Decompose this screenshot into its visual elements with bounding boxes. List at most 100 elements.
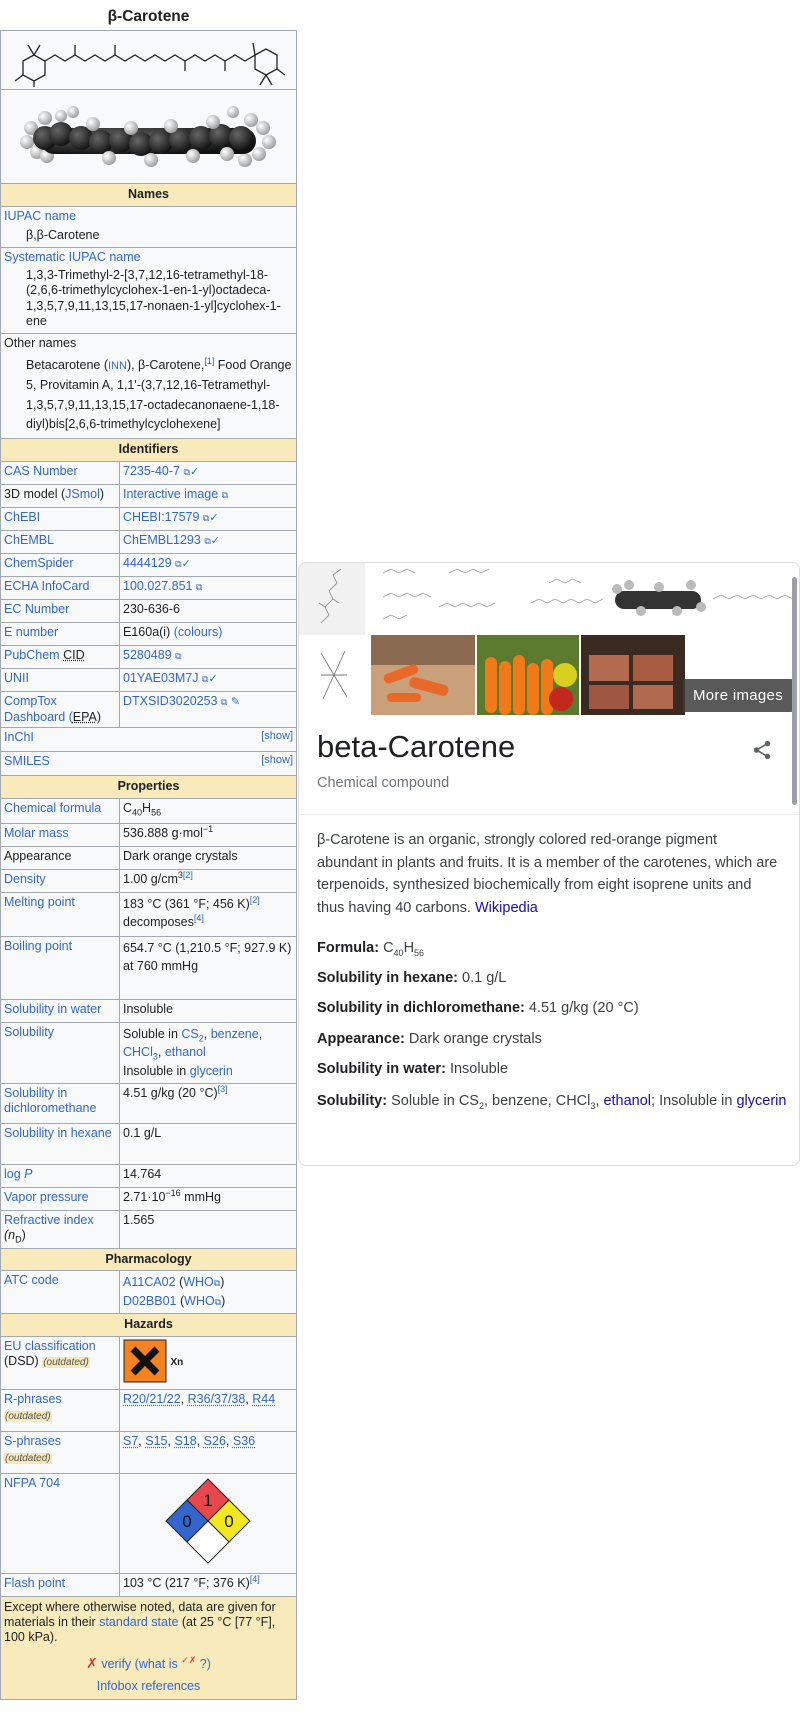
image-strip-top[interactable] xyxy=(299,563,799,635)
chembl-link[interactable]: ChEMBL xyxy=(4,533,54,547)
ethanol-link[interactable]: ethanol xyxy=(165,1045,206,1059)
molar-mass-link[interactable]: Molar mass xyxy=(4,826,69,840)
smiles-link[interactable]: SMILES xyxy=(4,754,50,768)
wikipedia-link[interactable]: Wikipedia xyxy=(475,900,538,916)
melting-point-value: 183 °C (361 °F; 456 K) xyxy=(123,896,250,911)
solubility-link[interactable]: Solubility xyxy=(4,1025,54,1039)
iupac-name-row: IUPAC name β,β-Carotene xyxy=(0,206,297,248)
pubchem-value[interactable]: 5280489 xyxy=(123,648,172,662)
nfpa-diamond[interactable]: 1 0 0 xyxy=(119,1473,297,1574)
harmful-xn-icon[interactable] xyxy=(123,1339,167,1388)
outdated-badge: (outdated) xyxy=(42,1357,90,1369)
solubility-dcm-link[interactable]: Solubility in dichloromethane xyxy=(4,1086,96,1116)
verify-link[interactable]: verify xyxy=(101,1657,131,1671)
flash-point-link[interactable]: Flash point xyxy=(4,1576,65,1590)
refractive-index-value: 1.565 xyxy=(123,1212,155,1227)
panel-scrollbar[interactable] xyxy=(792,577,797,805)
inchi-show-toggle[interactable]: [show] xyxy=(261,730,293,744)
epa-abbr[interactable]: EPA xyxy=(73,710,97,724)
benzene-link[interactable]: benzene xyxy=(211,1027,259,1041)
3d-model-label-end: ) xyxy=(99,487,105,502)
ec-number-link[interactable]: EC Number xyxy=(4,602,69,616)
fact-value: Insoluble xyxy=(449,1061,508,1077)
infobox-references-link[interactable]: Infobox references xyxy=(97,1679,201,1693)
s-phrase-3-link[interactable]: S18 xyxy=(174,1434,196,1448)
unii-link[interactable]: UNII xyxy=(4,671,29,685)
who-link-2[interactable]: WHO xyxy=(184,1294,215,1308)
colours-link[interactable]: (colours) xyxy=(174,625,223,639)
chcl3-link[interactable]: CHCl3 xyxy=(123,1045,158,1061)
ref-3-link[interactable]: [3] xyxy=(218,1083,228,1093)
nfpa-704-link[interactable]: NFPA 704 xyxy=(4,1476,60,1490)
ref-4-link[interactable]: [4] xyxy=(194,912,204,922)
chebi-value[interactable]: CHEBI:17579 xyxy=(123,510,199,524)
r-phrases-link[interactable]: R-phrases xyxy=(4,1392,62,1406)
pencil-icon[interactable]: ✎ xyxy=(231,696,240,708)
more-images-button[interactable]: More images xyxy=(683,679,793,712)
log-p-link[interactable]: log P xyxy=(4,1167,33,1181)
echa-infocard-value[interactable]: 100.027.851 xyxy=(123,579,193,593)
cas-number-link[interactable]: CAS Number xyxy=(4,464,78,478)
density-link[interactable]: Density xyxy=(4,872,46,886)
cid-abbr[interactable]: CID xyxy=(63,648,85,662)
interactive-image-link[interactable]: Interactive image xyxy=(123,487,218,501)
vapor-pressure-link[interactable]: Vapor pressure xyxy=(4,1190,89,1204)
chemspider-link[interactable]: ChemSpider xyxy=(4,556,73,570)
other-names-text: Betacarotene ( xyxy=(26,357,108,372)
unii-value[interactable]: 01YAE03M7J xyxy=(123,671,199,685)
boiling-point-link[interactable]: Boiling point xyxy=(4,939,72,953)
r-phrase-2-link[interactable]: R36/37/38 xyxy=(188,1392,246,1406)
ref-4-link[interactable]: [4] xyxy=(250,1574,260,1584)
chebi-link[interactable]: ChEBI xyxy=(4,510,40,524)
chemical-formula-link[interactable]: Chemical formula xyxy=(4,801,101,815)
who-link[interactable]: WHO xyxy=(183,1275,214,1289)
skeletal-formula-image[interactable] xyxy=(0,30,297,90)
share-icon[interactable] xyxy=(751,739,773,766)
s-phrases-link[interactable]: S-phrases xyxy=(4,1434,61,1448)
ref-2-link[interactable]: [2] xyxy=(183,869,193,879)
r-phrase-1-link[interactable]: R20/21/22 xyxy=(123,1392,181,1406)
skeletal-formula-svg xyxy=(14,42,286,87)
infobox-title: β-Carotene xyxy=(107,8,190,25)
atc-d02bb01-link[interactable]: D02BB01 xyxy=(123,1294,177,1308)
ethanol-link[interactable]: ethanol xyxy=(603,1093,651,1109)
s-phrase-4-link[interactable]: S26 xyxy=(204,1434,226,1448)
glycerin-link[interactable]: glycerin xyxy=(736,1093,786,1109)
solubility-water-link[interactable]: Solubility in water xyxy=(4,1002,101,1016)
r-phrase-3-link[interactable]: R44 xyxy=(252,1392,275,1406)
s-phrase-5-link[interactable]: S36 xyxy=(233,1434,255,1448)
standard-state-link[interactable]: standard state xyxy=(99,1615,178,1629)
jsmol-link[interactable]: JSmol xyxy=(65,487,100,501)
solubility-hexane-link[interactable]: Solubility in hexane xyxy=(4,1126,112,1140)
formula-h-count: 56 xyxy=(151,807,162,818)
cas-number-value[interactable]: 7235-40-7 xyxy=(123,464,180,478)
chembl-value[interactable]: ChEMBL1293 xyxy=(123,533,201,547)
atc-code-link[interactable]: ATC code xyxy=(4,1273,59,1287)
eu-classification-link[interactable]: EU classification xyxy=(4,1339,96,1353)
inchi-link[interactable]: InChI xyxy=(4,730,34,744)
smiles-show-toggle[interactable]: [show] xyxy=(261,754,293,768)
comptox-link[interactable]: CompTox Dashboard ( xyxy=(4,694,73,724)
melting-point-link[interactable]: Melting point xyxy=(4,895,75,909)
external-link-icon: ⧉ xyxy=(221,697,228,708)
e-number-link[interactable]: E number xyxy=(4,625,58,639)
systematic-iupac-link[interactable]: Systematic IUPAC name xyxy=(4,250,141,264)
ref-1-link[interactable]: [1] xyxy=(204,355,214,365)
iupac-name-link[interactable]: IUPAC name xyxy=(4,209,76,223)
ref-2-link[interactable]: [2] xyxy=(250,894,260,904)
cs2-link[interactable]: CS2 xyxy=(181,1027,203,1043)
what-is-link[interactable]: (what is ✓✗ ?) xyxy=(131,1655,211,1671)
appearance-label: Appearance xyxy=(4,848,72,863)
refractive-index-link[interactable]: Refractive index xyxy=(4,1213,94,1227)
glycerin-link[interactable]: glycerin xyxy=(190,1064,233,1078)
pubchem-link[interactable]: PubChem xyxy=(4,648,63,662)
s-phrase-1-link[interactable]: S7 xyxy=(123,1434,138,1448)
chemspider-value[interactable]: 4444129 xyxy=(123,556,172,570)
inn-link[interactable]: INN xyxy=(108,360,127,372)
echa-infocard-link[interactable]: ECHA InfoCard xyxy=(4,579,89,593)
atc-a11ca02-link[interactable]: A11CA02 xyxy=(123,1275,176,1289)
inchi-row: InChI [show] xyxy=(0,728,297,753)
space-filling-model-image[interactable] xyxy=(0,90,297,184)
comptox-value[interactable]: DTXSID3020253 xyxy=(123,694,218,708)
s-phrase-2-link[interactable]: S15 xyxy=(145,1434,167,1448)
